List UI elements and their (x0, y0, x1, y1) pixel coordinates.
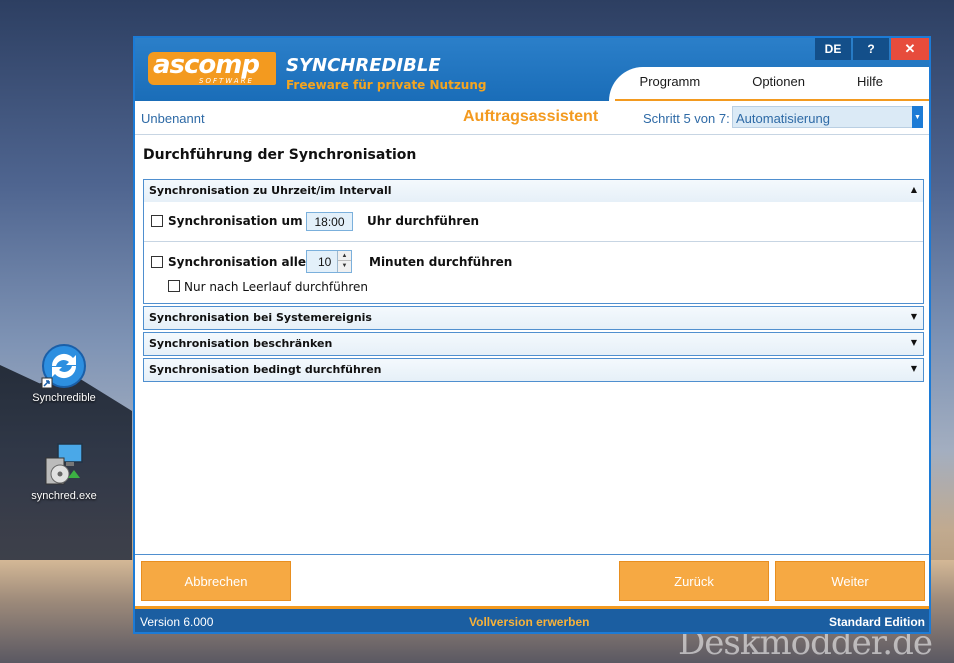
edition-label: Standard Edition (829, 615, 925, 629)
time-input[interactable]: 18:00 (306, 212, 353, 231)
section-title: Synchronisation beschränken (149, 337, 333, 350)
interval-stepper[interactable]: 10 ▲ ▼ (306, 250, 352, 273)
close-button[interactable]: ✕ (891, 38, 929, 60)
section-title: Synchronisation zu Uhrzeit/im Intervall (149, 184, 392, 197)
help-button[interactable]: ? (853, 38, 889, 60)
page-title: Durchführung der Synchronisation (143, 147, 417, 163)
section-conditional: Synchronisation bedingt durchführen ▼ (143, 358, 924, 382)
chevron-up-icon[interactable]: ▲ (911, 185, 917, 194)
idle-only-label: Nur nach Leerlauf durchführen (184, 280, 369, 294)
sync-every-suffix: Minuten durchführen (369, 255, 513, 269)
app-subtitle: Freeware für private Nutzung (286, 78, 487, 92)
checkbox-idle-only[interactable] (168, 280, 180, 292)
section-system-event: Synchronisation bei Systemereignis ▼ (143, 306, 924, 330)
stepper-buttons: ▲ ▼ (337, 251, 351, 272)
job-name-link[interactable]: Unbenannt (141, 111, 205, 126)
logo-subtext: SOFTWARE (199, 77, 254, 85)
installer-icon (45, 443, 83, 485)
step-select-value: Automatisierung (736, 111, 830, 126)
checkbox-sync-at[interactable] (151, 215, 163, 227)
buy-full-version-link[interactable]: Vollversion erwerben (469, 615, 590, 629)
step-select[interactable]: Automatisierung ▼ (732, 106, 923, 128)
back-button[interactable]: Zurück (619, 561, 769, 601)
interval-value: 10 (318, 255, 332, 269)
row-sync-at: Synchronisation um 18:00 Uhr durchführen (144, 202, 923, 242)
wizard-title: Auftragsassistent (463, 108, 599, 125)
section-title: Synchronisation bei Systemereignis (149, 311, 372, 324)
chevron-down-icon[interactable]: ▼ (911, 312, 917, 321)
stepper-down-icon[interactable]: ▼ (338, 261, 351, 271)
menu-item-hilfe[interactable]: Hilfe (831, 74, 909, 89)
status-bar: Version 6.000 Vollversion erwerben Stand… (135, 606, 929, 632)
section-time-interval: Synchronisation zu Uhrzeit/im Intervall … (143, 179, 924, 304)
sync-at-label: Synchronisation um (168, 214, 303, 228)
logo-text: ascomp (153, 50, 260, 80)
checkbox-sync-every[interactable] (151, 256, 163, 268)
app-window: ascomp SOFTWARE SYNCHREDIBLE Freeware fü… (133, 36, 931, 634)
app-title: SYNCHREDIBLE (286, 55, 441, 76)
section-header-system-event[interactable]: Synchronisation bei Systemereignis ▼ (144, 307, 923, 329)
sync-app-icon (41, 344, 86, 389)
step-label: Schritt 5 von 7: (643, 111, 730, 126)
desktop-icon-label: Synchredible (32, 392, 96, 404)
chevron-down-icon[interactable]: ▼ (912, 106, 923, 128)
wizard-header: Unbenannt Auftragsassistent Schritt 5 vo… (135, 101, 929, 135)
desktop-icon-label: synchred.exe (31, 490, 97, 502)
version-label: Version 6.000 (140, 615, 214, 629)
sync-at-suffix: Uhr durchführen (367, 214, 479, 228)
section-header-time-interval[interactable]: Synchronisation zu Uhrzeit/im Intervall … (144, 180, 923, 202)
section-restrict: Synchronisation beschränken ▼ (143, 332, 924, 356)
row-sync-every: Synchronisation alle 10 ▲ ▼ Minuten durc… (144, 242, 923, 303)
section-header-restrict[interactable]: Synchronisation beschränken ▼ (144, 333, 923, 355)
section-title: Synchronisation bedingt durchführen (149, 363, 382, 376)
chevron-down-icon[interactable]: ▼ (911, 364, 917, 373)
menu-item-optionen[interactable]: Optionen (726, 74, 831, 89)
section-header-conditional[interactable]: Synchronisation bedingt durchführen ▼ (144, 359, 923, 381)
menu-item-programm[interactable]: Programm (614, 74, 727, 89)
language-button[interactable]: DE (815, 38, 851, 60)
cancel-button[interactable]: Abbrechen (141, 561, 291, 601)
title-bar[interactable]: ascomp SOFTWARE SYNCHREDIBLE Freeware fü… (135, 38, 929, 101)
sync-every-label: Synchronisation alle (168, 255, 306, 269)
next-button[interactable]: Weiter (775, 561, 925, 601)
menu-bar: Programm Optionen Hilfe (614, 74, 909, 89)
desktop-icon-synchredible[interactable]: Synchredible (19, 342, 109, 404)
chevron-down-icon[interactable]: ▼ (911, 338, 917, 347)
desktop-icon-synchred-exe[interactable]: synchred.exe (19, 440, 109, 502)
footer-divider (135, 554, 929, 555)
stepper-up-icon[interactable]: ▲ (338, 251, 351, 261)
